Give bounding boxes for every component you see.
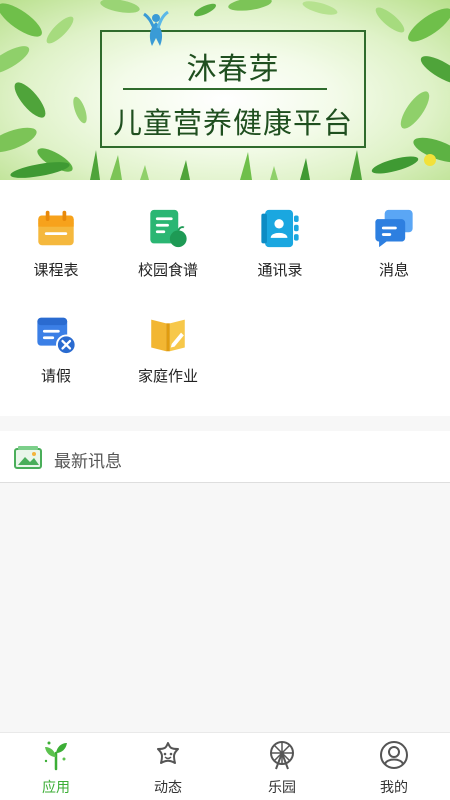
banner-title: 沐春芽 (186, 52, 280, 87)
tab-dynamics[interactable]: 动态 (112, 733, 224, 800)
app-item-message[interactable]: 消息 (338, 180, 450, 280)
message-icon (375, 209, 413, 248)
tab-profile[interactable]: 我的 (338, 733, 450, 800)
app-sprout-icon (44, 741, 67, 771)
dynamics-star-icon (157, 742, 179, 764)
park-wheel-icon (270, 741, 294, 770)
banner[interactable]: 沐春芽 儿童营养健康平台 (0, 0, 450, 180)
tab-label: 乐园 (268, 780, 296, 796)
news-content-area (0, 484, 450, 732)
leave-icon (37, 317, 77, 355)
app-label: 家庭作业 (137, 367, 198, 385)
tab-park[interactable]: 乐园 (226, 733, 338, 800)
tab-label: 动态 (154, 780, 182, 796)
app-item-contacts[interactable]: 通讯录 (224, 180, 336, 280)
app-item-homework[interactable]: 家庭作业 (112, 286, 224, 386)
news-image-icon (14, 446, 42, 469)
profile-icon (380, 741, 408, 769)
calendar-icon (38, 210, 74, 246)
app-item-leave[interactable]: 请假 (0, 286, 112, 386)
app-label: 请假 (40, 367, 71, 385)
app-label: 校园食谱 (137, 261, 198, 279)
homework-icon (151, 319, 185, 352)
banner-subtitle: 儿童营养健康平台 (112, 106, 353, 140)
app-grid: 课程表 校园食谱 通讯录 消息 请假 家庭作业 (0, 180, 450, 416)
tab-label: 应用 (42, 780, 70, 796)
contacts-icon (261, 209, 299, 248)
bottom-tab-bar: 应用 动态 乐园 我的 (0, 732, 450, 800)
news-title: 最新讯息 (54, 452, 122, 472)
app-label: 消息 (378, 261, 409, 279)
app-label: 通讯录 (257, 261, 303, 279)
tab-label: 我的 (380, 780, 408, 796)
app-item-recipe[interactable]: 校园食谱 (112, 180, 224, 280)
news-section-header[interactable]: 最新讯息 (0, 431, 450, 483)
app-label: 课程表 (33, 261, 79, 279)
recipe-icon (150, 209, 187, 248)
app-item-schedule[interactable]: 课程表 (0, 180, 112, 280)
tab-apps[interactable]: 应用 (0, 733, 112, 800)
logo-icon (143, 10, 169, 46)
banner-divider (123, 88, 327, 90)
